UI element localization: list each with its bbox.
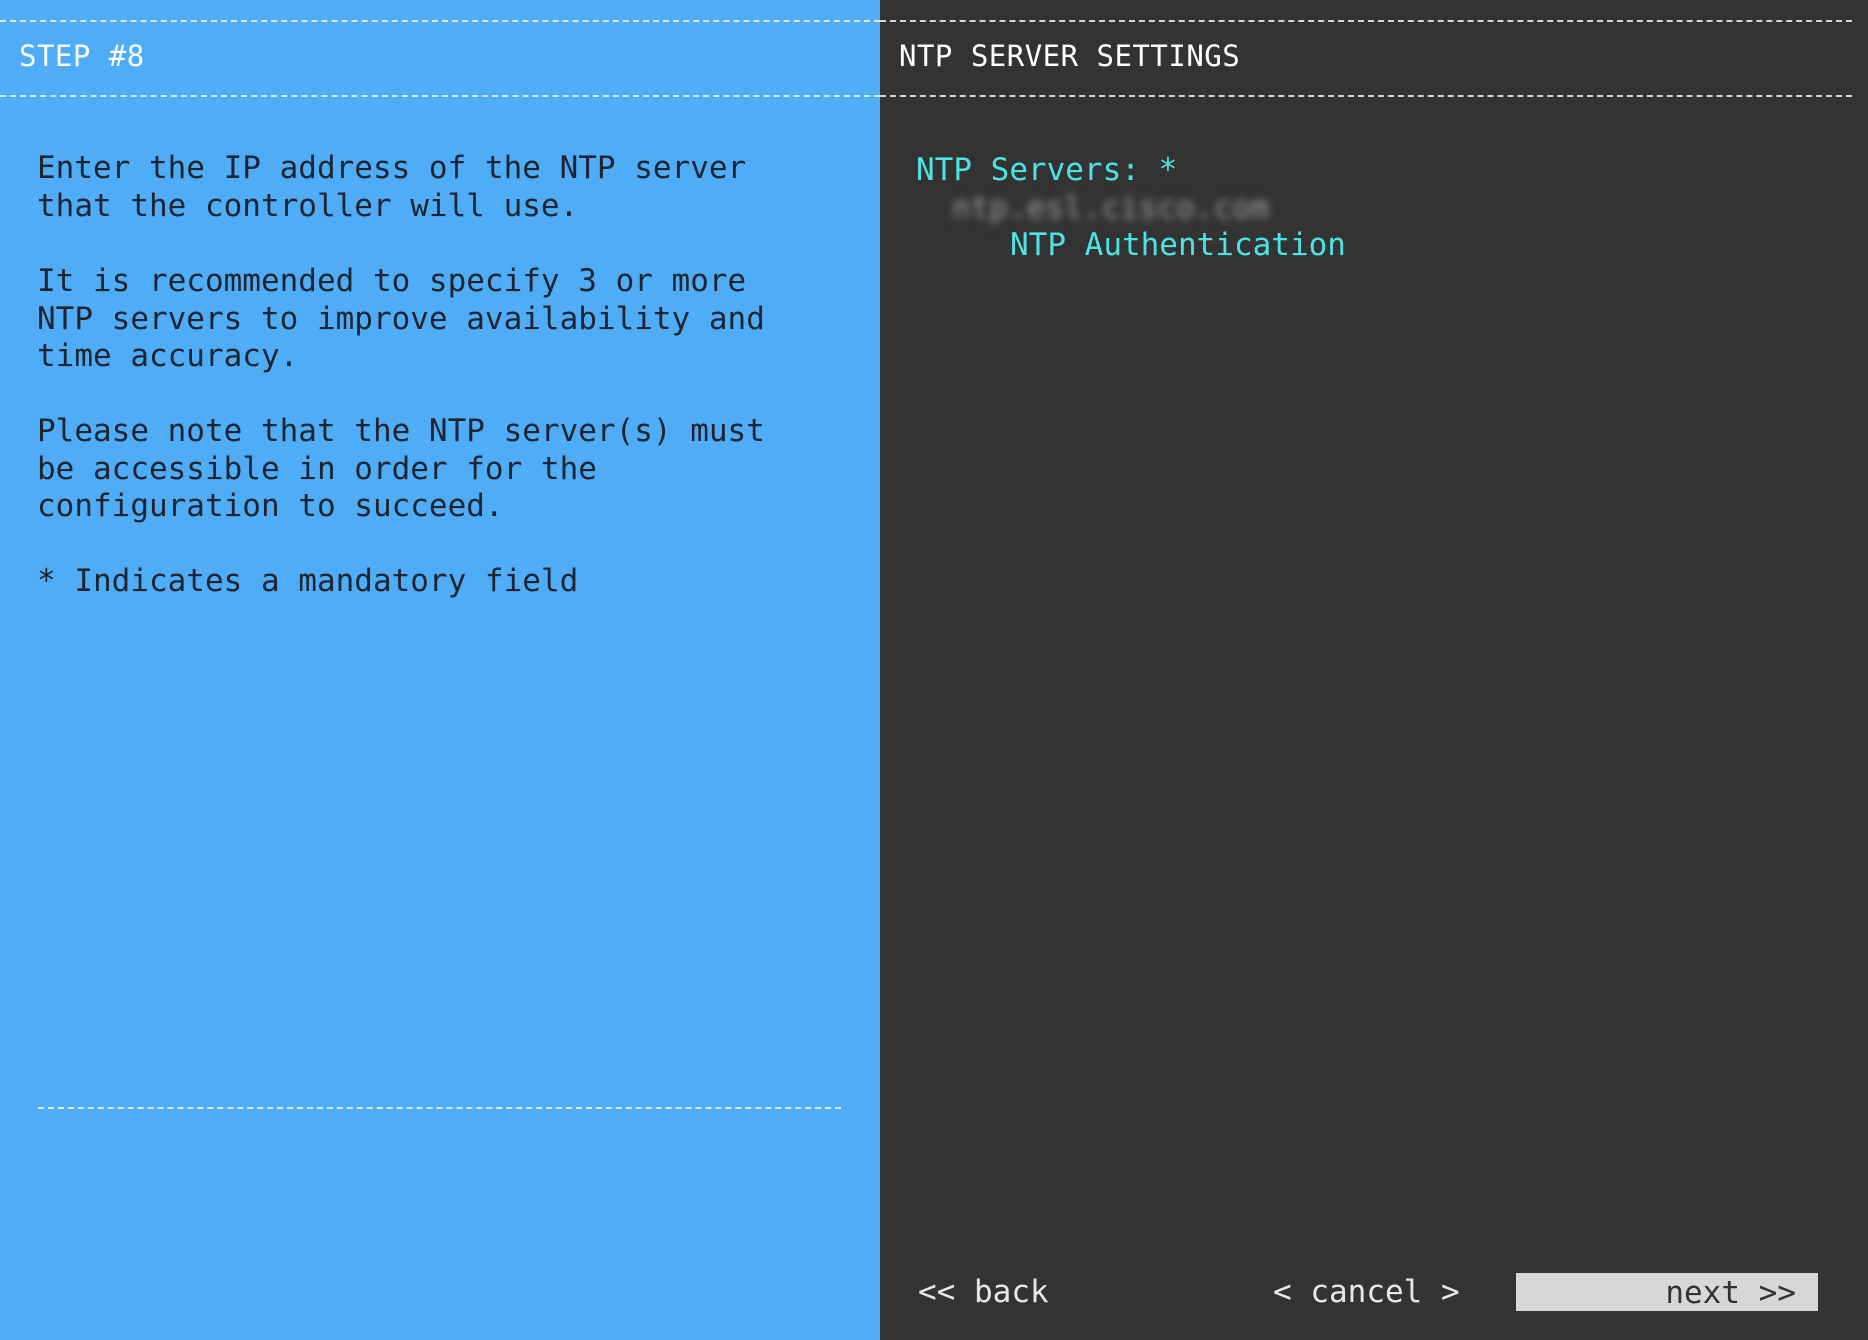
ntp-authentication-option[interactable]: NTP Authentication (1010, 225, 1346, 265)
back-button[interactable]: << back (918, 1272, 1049, 1312)
footer-divider (38, 1107, 841, 1109)
help-text-accessibility-note: Please note that the NTP server(s) must … (37, 413, 765, 524)
next-button[interactable]: next >> (1516, 1273, 1818, 1311)
settings-panel: NTP SERVER SETTINGS NTP Servers: * ntp.e… (880, 0, 1868, 1340)
header-divider (0, 95, 880, 97)
step-title: STEP #8 (19, 39, 145, 73)
ntp-servers-label: NTP Servers: * (916, 152, 1178, 188)
help-text-intro: Enter the IP address of the NTP server t… (37, 150, 747, 224)
top-divider (0, 20, 880, 22)
ntp-servers-input[interactable]: ntp.esl.cisco.com (952, 188, 1269, 228)
help-panel: STEP #8 Enter the IP address of the NTP … (0, 0, 880, 1340)
mandatory-field-note: * Indicates a mandatory field (37, 563, 579, 599)
settings-title: NTP SERVER SETTINGS (899, 39, 1241, 73)
header-divider (880, 95, 1852, 97)
top-divider (880, 20, 1852, 22)
help-text-recommendation: It is recommended to specify 3 or more N… (37, 263, 765, 374)
cancel-button[interactable]: < cancel > (1273, 1272, 1460, 1312)
